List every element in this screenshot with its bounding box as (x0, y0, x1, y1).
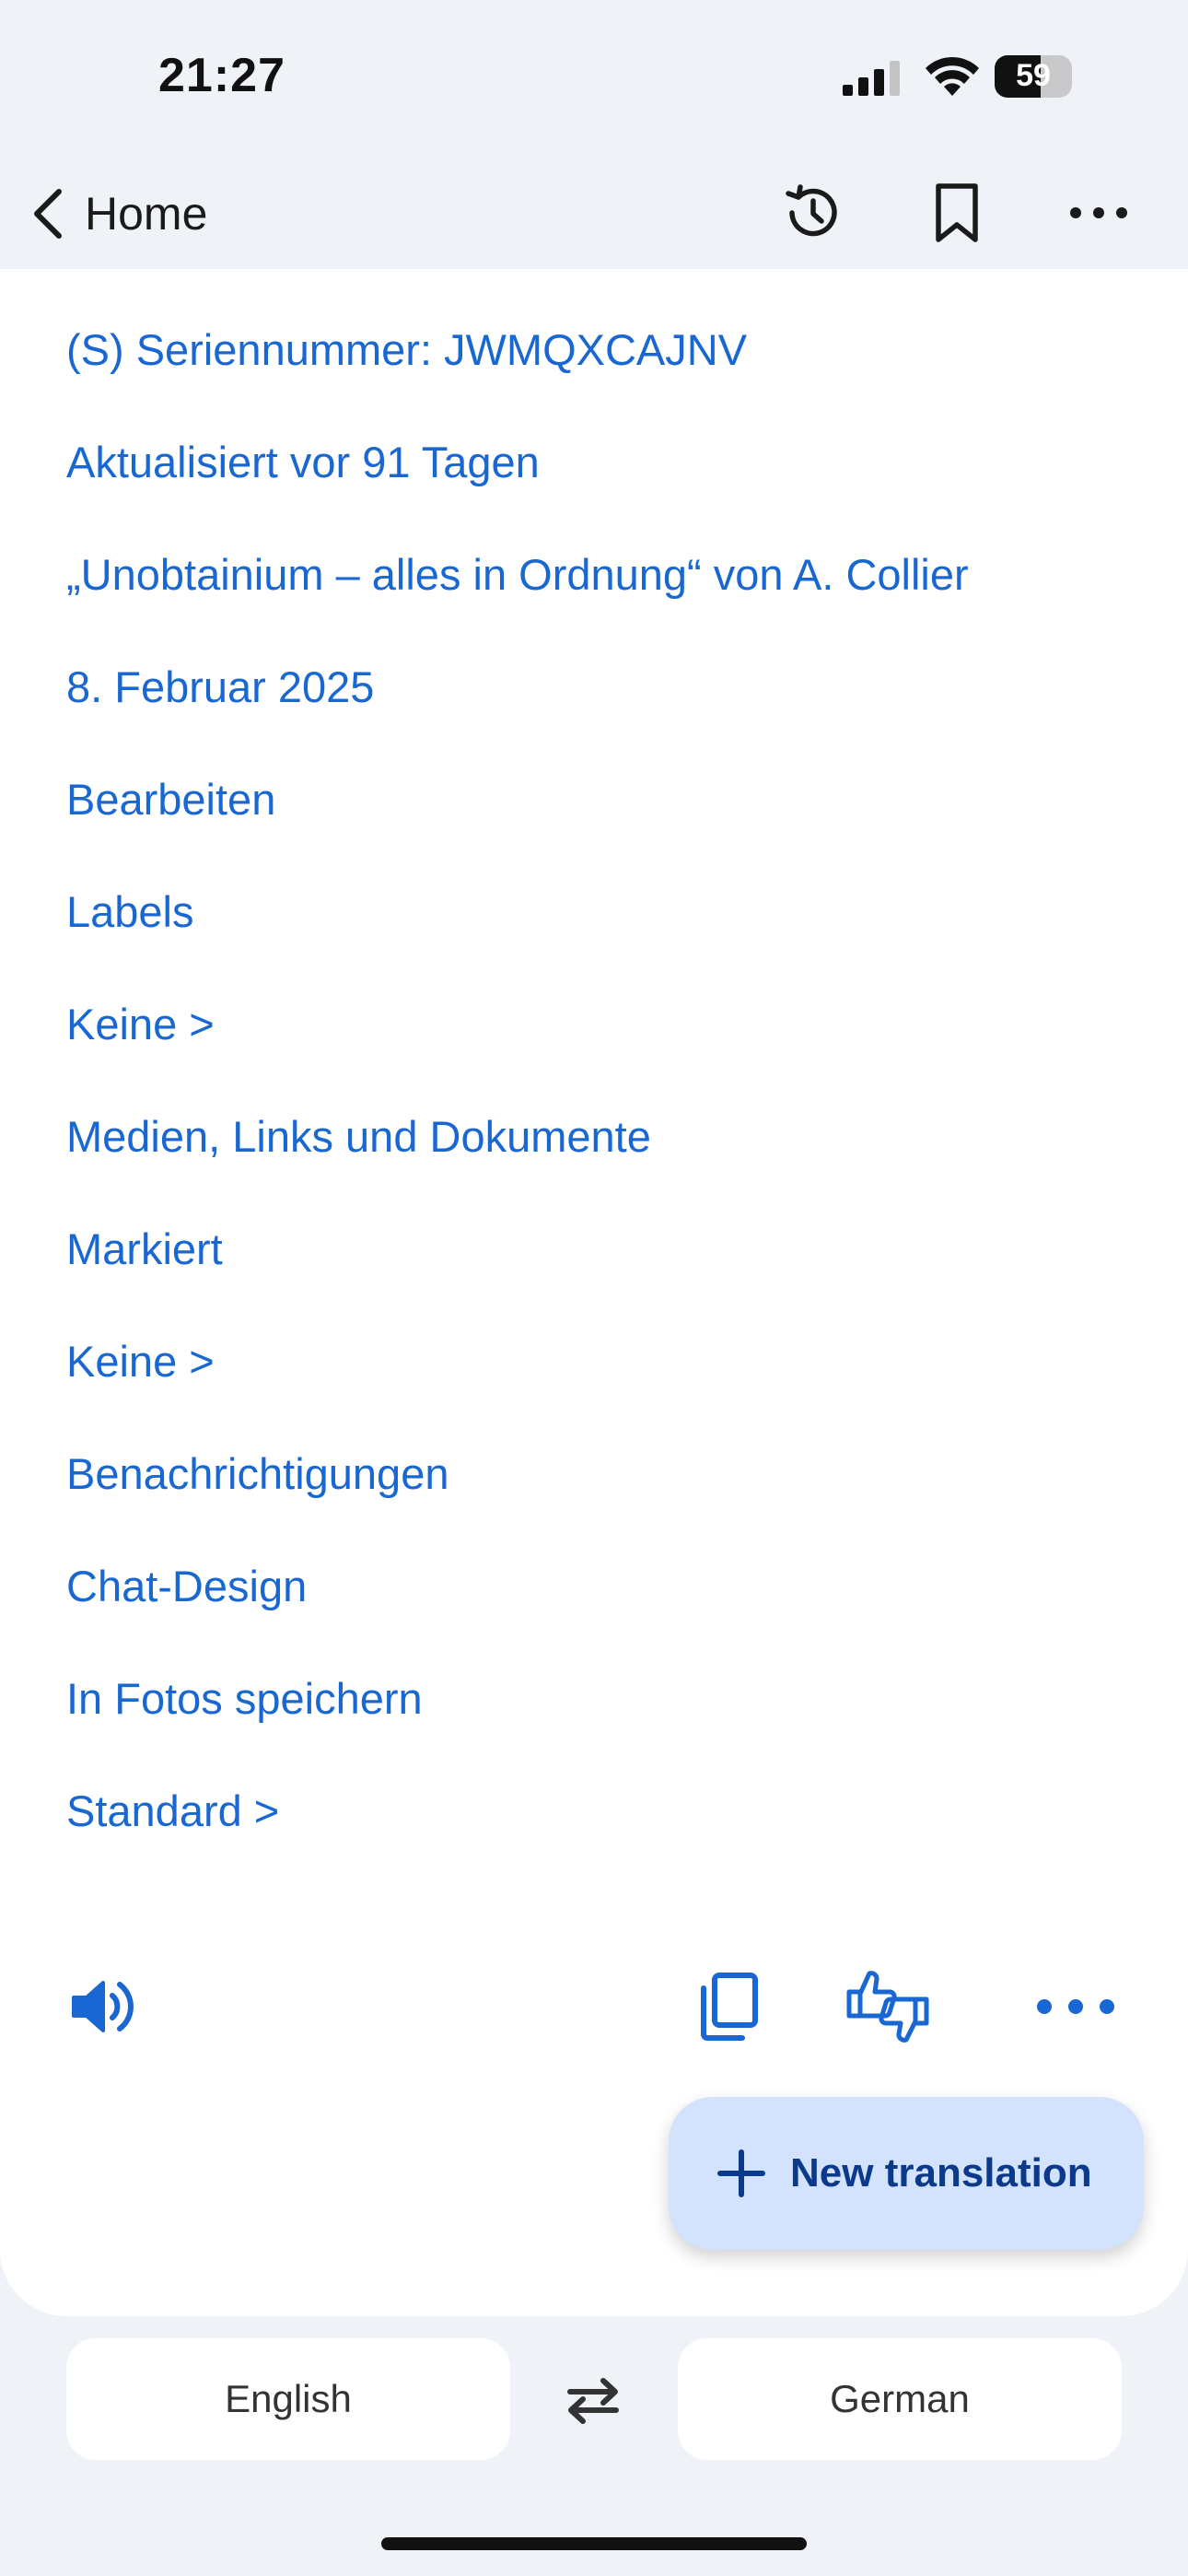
copy-icon (701, 1973, 758, 2041)
history-button[interactable] (774, 173, 853, 252)
wifi-icon (926, 56, 979, 96)
text-line: Bearbeiten (66, 775, 276, 824)
text-line: Keine > (66, 1337, 215, 1386)
bookmark-button[interactable] (917, 173, 996, 252)
battery-icon: 59 (995, 55, 1072, 98)
target-language-button[interactable]: German (678, 2338, 1122, 2460)
bookmark-icon (936, 183, 978, 242)
translated-text: (S) Seriennummer: JWMQXCAJNV Aktualisier… (66, 324, 1125, 1898)
text-line: (S) Seriennummer: JWMQXCAJNV (66, 325, 748, 374)
text-line: Markiert (66, 1224, 223, 1273)
back-label: Home (85, 188, 208, 240)
text-line: Chat-Design (66, 1562, 308, 1610)
status-bar: 21:27 59 (0, 0, 1188, 157)
more-actions-button[interactable] (1030, 1961, 1122, 2053)
status-time: 21:27 (158, 49, 285, 102)
text-line: Labels (66, 887, 194, 936)
source-language-label: English (225, 2377, 352, 2420)
listen-button[interactable] (57, 1961, 149, 2053)
text-line: Keine > (66, 1000, 215, 1048)
cellular-signal-icon (843, 61, 900, 96)
rate-translation-button[interactable] (842, 1961, 934, 2053)
source-language-button[interactable]: English (66, 2338, 510, 2460)
more-horizontal-icon (1037, 1999, 1114, 2014)
more-horizontal-icon (1070, 207, 1127, 218)
swap-arrows-icon (567, 2378, 619, 2424)
nav-bar: Home (0, 157, 1188, 269)
back-chevron-icon (34, 189, 62, 239)
text-line: Standard > (66, 1786, 280, 1835)
swap-languages-button[interactable] (549, 2359, 637, 2441)
text-line: 8. Februar 2025 (66, 662, 375, 711)
more-options-button[interactable] (1059, 173, 1138, 252)
home-indicator (381, 2537, 807, 2550)
history-icon (786, 184, 837, 237)
text-line: Benachrichtigungen (66, 1449, 449, 1498)
back-button[interactable]: Home (28, 177, 207, 251)
battery-level: 59 (1016, 58, 1051, 93)
speaker-icon (72, 1981, 134, 2032)
text-line: Medien, Links und Dokumente (66, 1112, 651, 1161)
plus-icon (717, 2149, 765, 2197)
copy-button[interactable] (681, 1961, 774, 2053)
text-line: Aktualisiert vor 91 Tagen (66, 438, 540, 486)
new-translation-label: New translation (790, 2150, 1092, 2195)
target-language-label: German (830, 2377, 970, 2420)
text-line: In Fotos speichern (66, 1674, 423, 1723)
text-line: „Unobtainium – alles in Ordnung“ von A. … (66, 550, 969, 599)
translation-result-card: (S) Seriennummer: JWMQXCAJNV Aktualisier… (0, 269, 1188, 2316)
new-translation-button[interactable]: New translation (669, 2097, 1144, 2250)
thumbs-up-down-icon (846, 1971, 929, 2043)
